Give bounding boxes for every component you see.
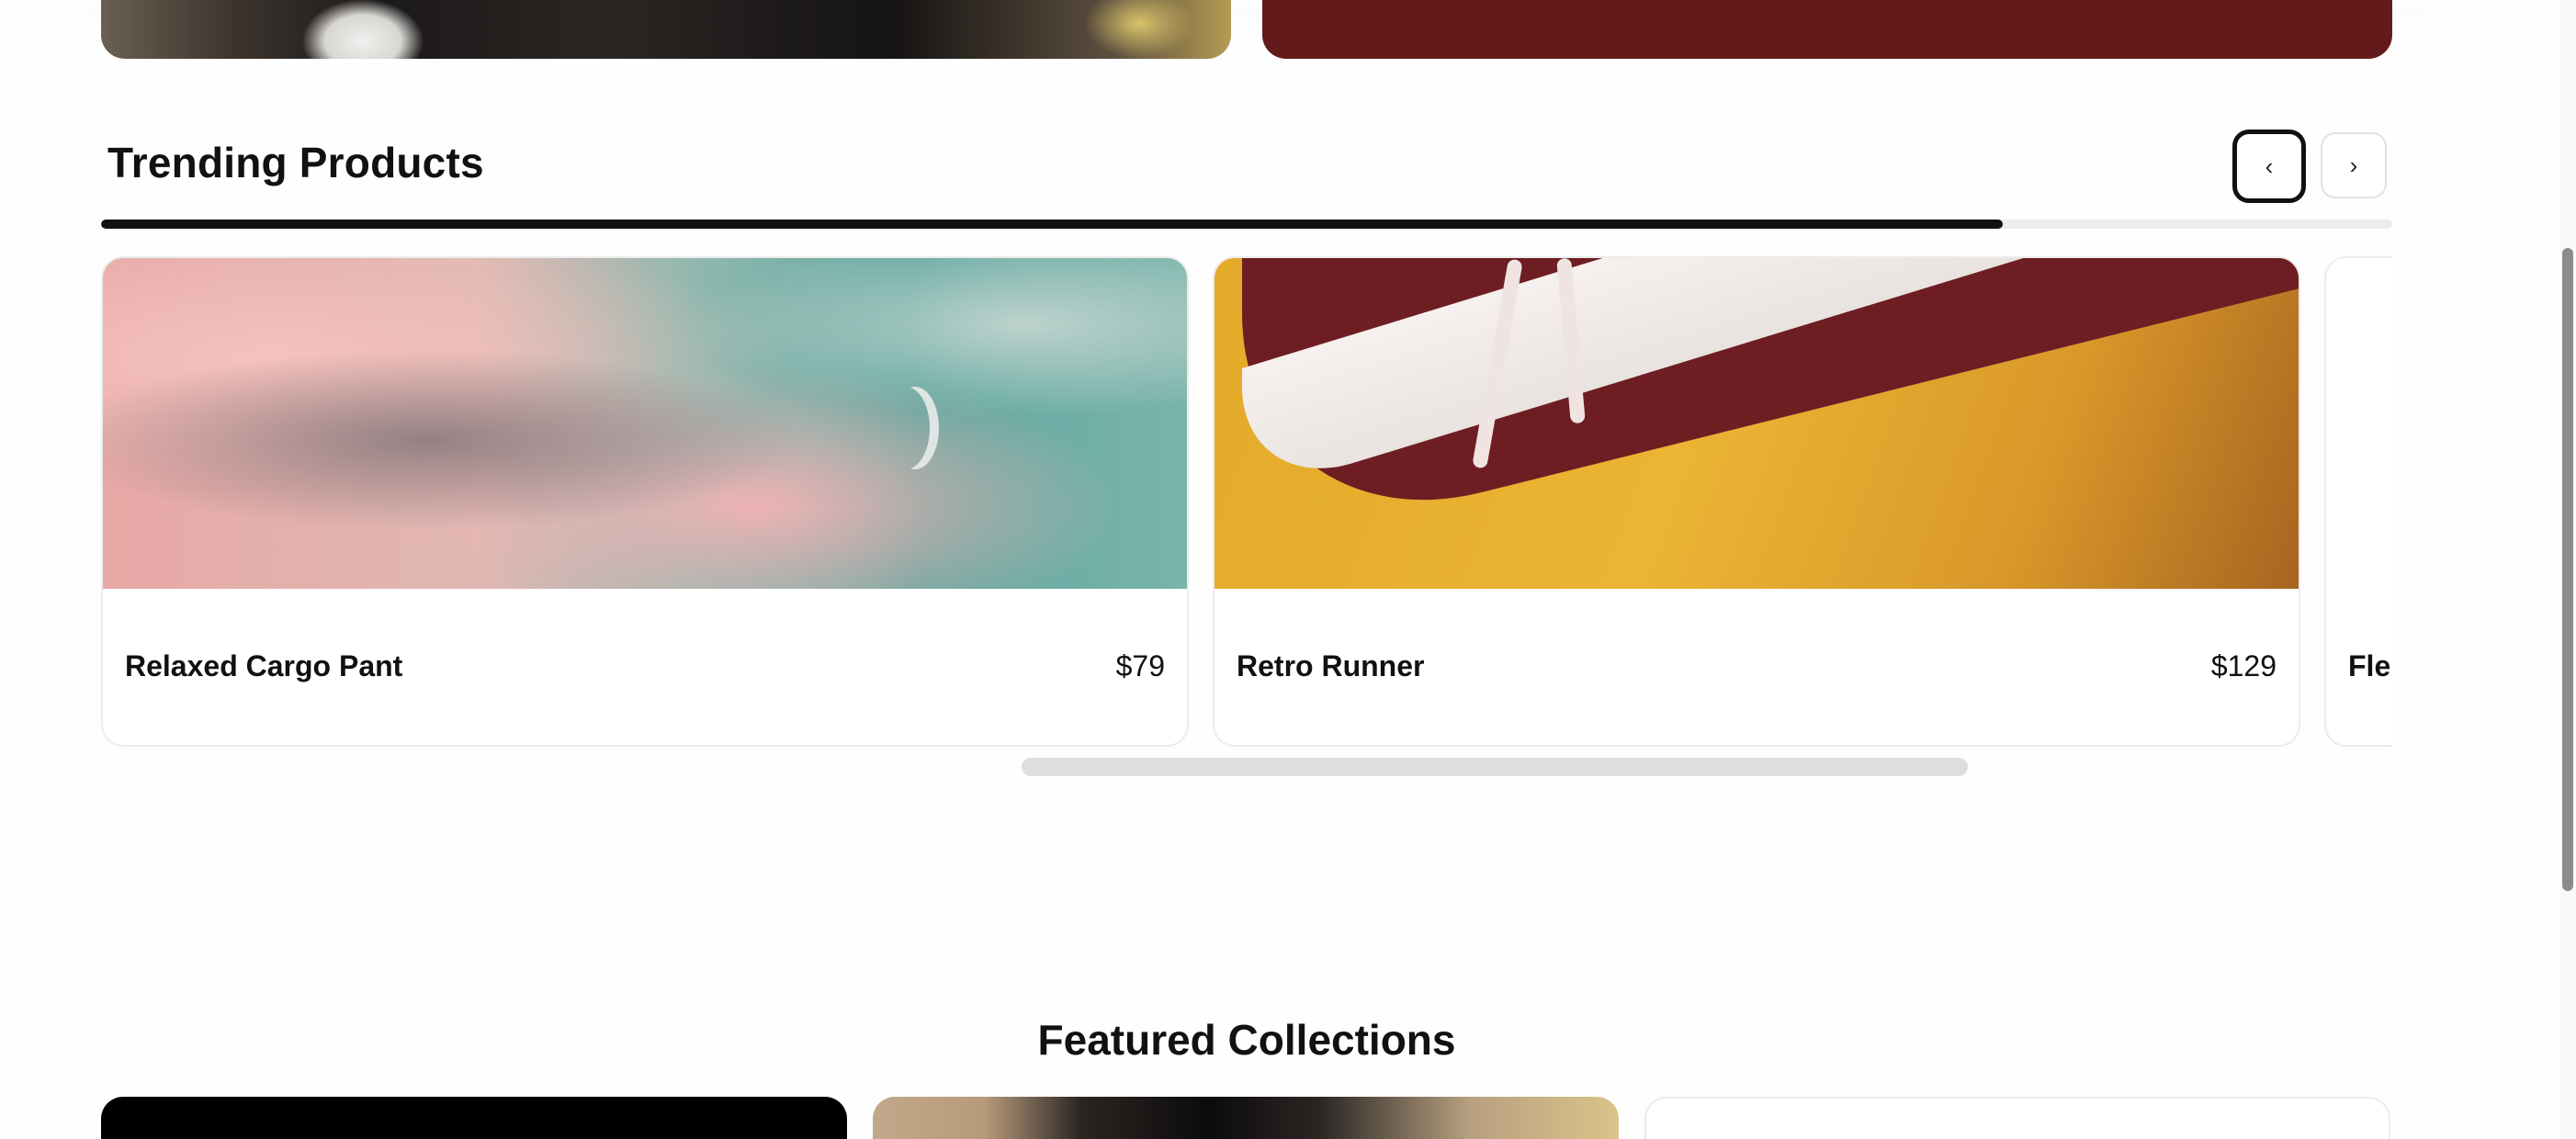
product-price: $79: [1115, 649, 1165, 682]
hero-banner-right[interactable]: [1262, 0, 2392, 59]
banner-glove-detail: [303, 0, 423, 59]
page-scrollbar-thumb[interactable]: [2562, 248, 2573, 891]
moon-shape: [882, 387, 930, 469]
trending-products-title: Trending Products: [107, 139, 484, 186]
product-info: Relaxed Cargo Pant $79: [103, 589, 1187, 745]
collection-card[interactable]: [1644, 1097, 2390, 1139]
product-image[interactable]: [2326, 258, 2392, 589]
product-image[interactable]: [103, 258, 1187, 589]
product-name[interactable]: Retro Runner: [1237, 649, 1424, 683]
banner-light-detail: [1084, 0, 1194, 59]
chevron-left-icon: ‹: [2265, 152, 2274, 180]
product-card[interactable]: Relaxed Cargo Pant $79: [101, 256, 1189, 747]
carousel-progress-track: [101, 220, 2392, 229]
page: Trending Products ‹ › Relaxed Cargo Pant…: [0, 0, 2576, 1139]
product-info: Retro Runner $129: [1215, 589, 2299, 745]
product-card[interactable]: Retro Runner $129: [1213, 256, 2300, 747]
product-name[interactable]: Relaxed Cargo Pant: [125, 649, 402, 683]
collection-card[interactable]: [101, 1097, 847, 1139]
collection-card[interactable]: [873, 1097, 1619, 1139]
page-scrollbar[interactable]: [2559, 0, 2576, 1139]
product-image[interactable]: [1215, 258, 2299, 589]
carousel-scrollbar[interactable]: [1022, 758, 1968, 776]
carousel-progress-fill: [101, 220, 2004, 229]
featured-collections-title: Featured Collections: [1037, 1016, 1456, 1064]
product-carousel[interactable]: Relaxed Cargo Pant $79 Retro Runner $129…: [101, 256, 2392, 749]
product-price: $129: [2210, 649, 2277, 682]
chevron-right-icon: ›: [2349, 151, 2358, 179]
product-name[interactable]: Fle: [2348, 649, 2390, 683]
carousel-prev-button[interactable]: ‹: [2232, 130, 2306, 203]
product-card[interactable]: Fle: [2324, 256, 2392, 747]
carousel-next-button[interactable]: ›: [2321, 132, 2387, 198]
hero-banner-image-left[interactable]: [101, 0, 1231, 59]
product-info: Fle: [2326, 589, 2392, 745]
